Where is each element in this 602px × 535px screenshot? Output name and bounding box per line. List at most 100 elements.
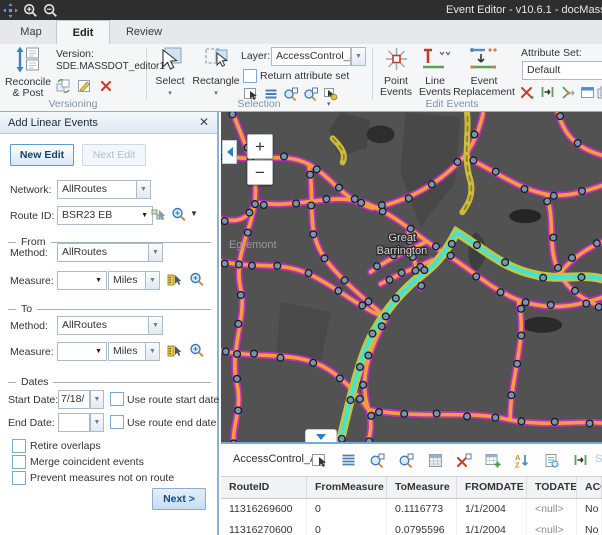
to-method-select[interactable]: AllRoutes bbox=[57, 316, 149, 335]
table-toolbar: AccessControl_A bbox=[221, 444, 602, 476]
new-version-icon[interactable] bbox=[76, 78, 93, 94]
collapse-table-button[interactable] bbox=[305, 429, 337, 442]
table-split-icon[interactable] bbox=[570, 450, 590, 470]
close-icon[interactable]: ✕ bbox=[197, 115, 211, 129]
to-measure-zoom-icon[interactable] bbox=[188, 342, 205, 358]
column-header-todate[interactable]: TODATE bbox=[527, 477, 577, 498]
copy-window-icon[interactable] bbox=[596, 84, 602, 100]
start-date-arrow[interactable]: ▼ bbox=[90, 390, 104, 409]
from-measure-pick-icon[interactable] bbox=[166, 272, 183, 288]
from-method-select[interactable]: AllRoutes bbox=[57, 243, 149, 262]
layer-select-arrow[interactable]: ▼ bbox=[351, 47, 366, 66]
column-header-routeid[interactable]: RouteID bbox=[221, 477, 307, 498]
table-export-icon[interactable] bbox=[541, 450, 561, 470]
use-route-start-checkbox[interactable] bbox=[110, 392, 124, 406]
to-unit-arrow[interactable]: ▼ bbox=[145, 342, 160, 361]
delete-version-icon[interactable] bbox=[97, 78, 114, 94]
table-delete-selected-icon[interactable] bbox=[454, 450, 474, 470]
column-header-fromdate[interactable]: FROMDATE bbox=[457, 477, 527, 498]
route-id-combo[interactable]: BSR23 EB ▼ bbox=[57, 206, 153, 225]
rectangle-button[interactable]: Rectangle ▾ bbox=[192, 46, 240, 98]
refresh-version-icon[interactable] bbox=[55, 78, 72, 94]
start-date-input[interactable]: 7/18/ bbox=[58, 390, 90, 409]
merge-coincident-label: Merge coincident events bbox=[30, 456, 144, 468]
table-sort-icon[interactable]: A Z bbox=[512, 450, 532, 470]
attribute-table-panel: AccessControl_A bbox=[221, 442, 602, 535]
collapse-panel-left-button[interactable] bbox=[222, 140, 237, 164]
table-shape-select-icon[interactable] bbox=[309, 450, 329, 470]
tab-edit[interactable]: Edit bbox=[56, 20, 110, 44]
save-button[interactable]: Save bbox=[595, 453, 602, 465]
from-measure-unit[interactable]: Miles bbox=[108, 271, 146, 290]
event-replacement-button[interactable]: Event Replacement bbox=[452, 46, 516, 98]
merge-coincident-checkbox[interactable] bbox=[12, 455, 26, 469]
next-edit-button[interactable]: Next Edit bbox=[82, 144, 146, 166]
table-list-icon[interactable] bbox=[338, 450, 358, 470]
version-label: Version: bbox=[56, 48, 94, 60]
reconcile-post-button[interactable]: Reconcile & Post bbox=[4, 46, 52, 99]
split-event-icon[interactable] bbox=[539, 84, 556, 100]
event-editor-app: Event Editor - v10.6.1 - docMassDOTR Map… bbox=[0, 0, 602, 535]
panel-header: Add Linear Events ✕ bbox=[0, 112, 217, 134]
column-header-tomeasure[interactable]: ToMeasure bbox=[387, 477, 457, 498]
network-select[interactable]: AllRoutes bbox=[57, 180, 137, 199]
map-canvas[interactable]: Egremont Great Barrington + − bbox=[221, 112, 602, 442]
from-measure-combo[interactable]: ▼ bbox=[57, 271, 107, 290]
select-icon bbox=[150, 46, 190, 75]
table-zoom-selected-icon[interactable] bbox=[367, 450, 387, 470]
pan-icon[interactable] bbox=[0, 1, 20, 19]
attribute-window-icon[interactable] bbox=[579, 84, 596, 100]
network-select-arrow[interactable]: ▼ bbox=[136, 180, 151, 199]
versioning-group-label: Versioning bbox=[0, 98, 146, 110]
version-value: SDE.MASSDOT_editor1 bbox=[56, 61, 165, 72]
end-date-input[interactable] bbox=[58, 413, 90, 432]
table-header-row: RouteID FromMeasure ToMeasure FROMDATE T… bbox=[221, 476, 602, 499]
line-events-icon bbox=[417, 46, 453, 75]
prevent-measures-checkbox[interactable] bbox=[12, 471, 26, 485]
merge-events-icon[interactable] bbox=[560, 84, 577, 100]
next-button[interactable]: Next > bbox=[152, 488, 206, 510]
return-attribute-set-checkbox[interactable] bbox=[243, 69, 257, 83]
from-unit-arrow[interactable]: ▼ bbox=[145, 271, 160, 290]
end-date-arrow[interactable]: ▼ bbox=[90, 413, 104, 432]
tab-map[interactable]: Map bbox=[8, 20, 54, 44]
table-add-row-icon[interactable] bbox=[483, 450, 503, 470]
from-measure-zoom-icon[interactable] bbox=[188, 271, 205, 287]
app-title: Event Editor - v10.6.1 - docMassDOTR bbox=[446, 0, 602, 20]
retire-overlaps-checkbox[interactable] bbox=[12, 439, 26, 453]
select-dropdown-caret[interactable]: ▾ bbox=[168, 90, 172, 97]
route-select-on-map-icon[interactable] bbox=[150, 207, 167, 223]
route-zoom-icon[interactable] bbox=[170, 206, 187, 222]
zoom-out-icon[interactable] bbox=[40, 1, 60, 19]
table-pan-selected-icon[interactable] bbox=[396, 450, 416, 470]
zoom-in-icon[interactable] bbox=[20, 1, 40, 19]
table-calculate-icon[interactable] bbox=[425, 450, 445, 470]
attribute-set-label: Attribute Set: bbox=[521, 47, 582, 59]
to-measure-combo[interactable]: ▼ bbox=[57, 342, 107, 361]
route-zoom-caret[interactable]: ▼ bbox=[190, 211, 198, 217]
tab-review[interactable]: Review bbox=[118, 20, 170, 44]
map-label-great: Great bbox=[389, 232, 416, 244]
rectangle-dropdown-caret[interactable]: ▾ bbox=[214, 90, 218, 97]
layer-select[interactable]: AccessControl_A bbox=[271, 47, 351, 66]
line-events-button[interactable]: Line Events bbox=[417, 46, 453, 98]
table-row[interactable]: 11316269600 0 0.1116773 1/1/2004 <null> … bbox=[221, 499, 602, 521]
use-route-end-checkbox[interactable] bbox=[110, 415, 124, 429]
column-header-frommeasure[interactable]: FromMeasure bbox=[307, 477, 387, 498]
to-section-divider: To bbox=[8, 303, 211, 315]
point-events-button[interactable]: Point Events bbox=[378, 46, 414, 98]
map-label-egremont: Egremont bbox=[229, 239, 277, 251]
map-zoom-out-button[interactable]: − bbox=[247, 160, 273, 185]
select-button[interactable]: Select ▾ bbox=[150, 46, 190, 98]
from-method-arrow[interactable]: ▼ bbox=[148, 243, 163, 262]
new-edit-button[interactable]: New Edit bbox=[10, 144, 74, 166]
panel-title: Add Linear Events bbox=[8, 112, 98, 134]
map-zoom-in-button[interactable]: + bbox=[247, 134, 273, 159]
to-method-arrow[interactable]: ▼ bbox=[148, 316, 163, 335]
table-row[interactable]: 11316270600 0 0.0795596 1/1/2004 <null> … bbox=[221, 520, 602, 535]
attribute-set-select[interactable]: Default bbox=[522, 61, 602, 80]
to-measure-pick-icon[interactable] bbox=[166, 343, 183, 359]
end-date-label: End Date: bbox=[8, 417, 55, 429]
to-measure-unit[interactable]: Miles bbox=[108, 342, 146, 361]
column-header-access[interactable]: ACCESS bbox=[577, 477, 602, 498]
